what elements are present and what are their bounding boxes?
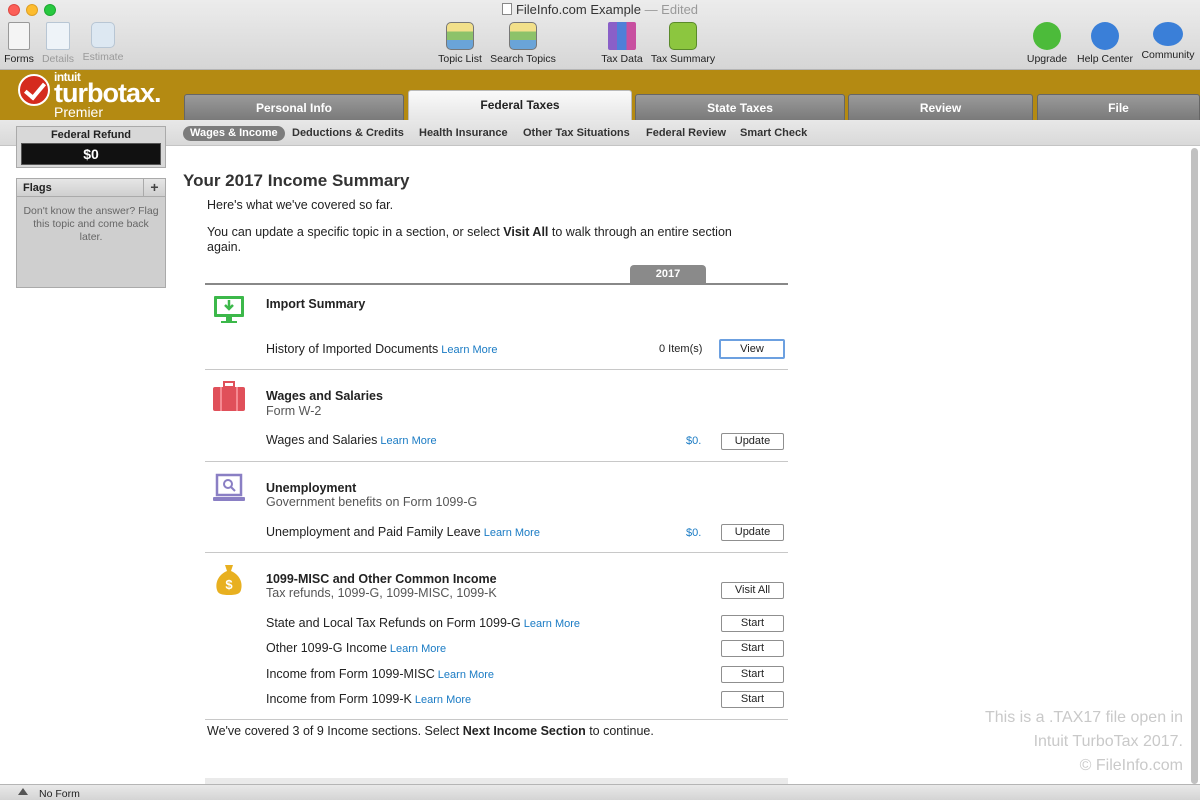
update-unemployment-button[interactable]: Update (721, 524, 784, 541)
imported-items-count: 0 Item(s) (659, 343, 703, 355)
section-divider (205, 369, 788, 370)
checkmark-logo-icon (18, 74, 50, 106)
federal-refund-label: Federal Refund (50, 129, 132, 141)
section-divider (205, 719, 788, 720)
subnav-other-tax-situations[interactable]: Other Tax Situations (523, 126, 630, 141)
upgrade-button[interactable]: Upgrade (1024, 22, 1070, 65)
tab-state-taxes[interactable]: State Taxes (635, 94, 845, 120)
status-bar: No Form (0, 784, 1200, 800)
view-imports-button[interactable]: View (719, 339, 785, 359)
unemployment-title: Unemployment (266, 481, 357, 495)
import-monitor-icon (214, 296, 244, 323)
community-button[interactable]: Community (1138, 22, 1198, 61)
subnav-health-insurance[interactable]: Health Insurance (419, 126, 508, 141)
wages-amount: $0. (686, 435, 702, 447)
tax-data-button[interactable]: Tax Data (599, 22, 645, 65)
tax-summary-icon (669, 22, 697, 50)
forms-button[interactable]: Forms (4, 22, 34, 65)
wages-salaries-title: Wages and Salaries (266, 389, 383, 403)
briefcase-icon (213, 381, 245, 411)
learn-more-link[interactable]: Learn More (438, 669, 494, 681)
learn-more-link[interactable]: Learn More (441, 344, 497, 356)
unemployment-row: Unemployment and Paid Family Leave Learn … (266, 525, 540, 539)
start-state-refunds-button[interactable]: Start (721, 615, 784, 632)
subnav-wages-income[interactable]: Wages & Income (183, 126, 285, 141)
form-1099k-row: Income from Form 1099-K Learn More (266, 692, 472, 706)
misc-income-title: 1099-MISC and Other Common Income (266, 572, 497, 586)
fileinfo-watermark: This is a .TAX17 file open in Intuit Tur… (984, 709, 1183, 774)
tax-summary-button[interactable]: Tax Summary (648, 22, 718, 65)
details-button[interactable]: Details (40, 22, 76, 65)
vertical-scrollbar[interactable] (1188, 148, 1198, 784)
estimate-button[interactable]: Estimate (80, 22, 126, 63)
intro-text: Here's what we've covered so far. (207, 198, 394, 212)
tab-personal-info[interactable]: Personal Info (184, 94, 404, 120)
federal-refund-value: $0 (21, 143, 161, 165)
topic-list-button[interactable]: Topic List (434, 22, 486, 65)
status-form-label: No Form (39, 788, 80, 800)
page-title: Your 2017 Income Summary (183, 171, 410, 190)
estimate-icon (91, 22, 115, 48)
learn-more-link[interactable]: Learn More (484, 527, 540, 539)
flags-panel: Flags + Don't know the answer? Flag this… (16, 178, 166, 288)
learn-more-link[interactable]: Learn More (380, 435, 436, 447)
section-divider (205, 461, 788, 462)
search-topics-icon (509, 22, 537, 50)
flags-header: Flags + (17, 179, 165, 197)
community-chat-icon (1153, 22, 1183, 46)
learn-more-link[interactable]: Learn More (390, 643, 446, 655)
tab-file[interactable]: File (1037, 94, 1200, 120)
imported-documents-row: History of Imported Documents Learn More (266, 342, 498, 356)
intro-instructions: You can update a specific topic in a sec… (207, 225, 732, 254)
start-other-1099g-button[interactable]: Start (721, 640, 784, 657)
upgrade-arrow-icon (1033, 22, 1061, 50)
details-icon (46, 22, 70, 50)
wages-salaries-subtitle: Form W-2 (266, 404, 322, 418)
tab-federal-taxes[interactable]: Federal Taxes (408, 90, 632, 120)
subnav-federal-review[interactable]: Federal Review (646, 126, 726, 141)
form-1099misc-row: Income from Form 1099-MISC Learn More (266, 667, 495, 681)
year-column-header: 2017 (630, 265, 706, 284)
window-toolbar: FileInfo.com Example — Edited Forms Deta… (0, 0, 1200, 70)
search-topics-button[interactable]: Search Topics (488, 22, 558, 65)
add-flag-button[interactable]: + (143, 179, 165, 196)
tax-data-icon (608, 22, 636, 50)
state-local-refunds-row: State and Local Tax Refunds on Form 1099… (266, 616, 581, 630)
visit-all-button[interactable]: Visit All (721, 582, 784, 599)
svg-text:$: $ (225, 577, 233, 592)
laptop-search-icon (213, 473, 245, 501)
unemployment-subtitle: Government benefits on Form 1099-G (266, 495, 478, 509)
import-summary-title: Import Summary (266, 297, 366, 311)
help-center-button[interactable]: Help Center (1074, 22, 1136, 65)
progress-message: We've covered 3 of 9 Income sections. Se… (207, 724, 654, 738)
start-1099misc-button[interactable]: Start (721, 666, 784, 683)
turbotax-logo: intuit turbotax. Premier (18, 70, 178, 120)
start-1099k-button[interactable]: Start (721, 691, 784, 708)
topic-list-icon (446, 22, 474, 50)
flags-help-text: Don't know the answer? Flag this topic a… (23, 205, 159, 243)
money-bag-icon: $ (216, 565, 242, 595)
expand-up-icon[interactable] (18, 788, 28, 795)
learn-more-link[interactable]: Learn More (415, 694, 471, 706)
scrollbar-thumb[interactable] (1191, 148, 1198, 784)
update-wages-button[interactable]: Update (721, 433, 784, 450)
federal-refund-panel: Federal Refund $0 (16, 126, 166, 168)
wages-salaries-row: Wages and Salaries Learn More (266, 433, 437, 447)
subnav-smart-check[interactable]: Smart Check (740, 126, 807, 141)
section-divider (205, 552, 788, 553)
misc-income-subtitle: Tax refunds, 1099-G, 1099-MISC, 1099-K (266, 586, 497, 600)
other-1099g-row: Other 1099-G Income Learn More (266, 641, 447, 655)
unemployment-amount: $0. (686, 527, 702, 539)
document-icon (501, 3, 512, 15)
section-divider (205, 283, 788, 285)
learn-more-link[interactable]: Learn More (524, 618, 580, 630)
subnav-deductions-credits[interactable]: Deductions & Credits (292, 126, 404, 141)
help-icon (1091, 22, 1119, 50)
tab-review[interactable]: Review (848, 94, 1033, 120)
window-title: FileInfo.com Example — Edited (0, 2, 1200, 17)
forms-icon (8, 22, 30, 50)
edited-indicator[interactable]: — Edited (645, 2, 698, 17)
